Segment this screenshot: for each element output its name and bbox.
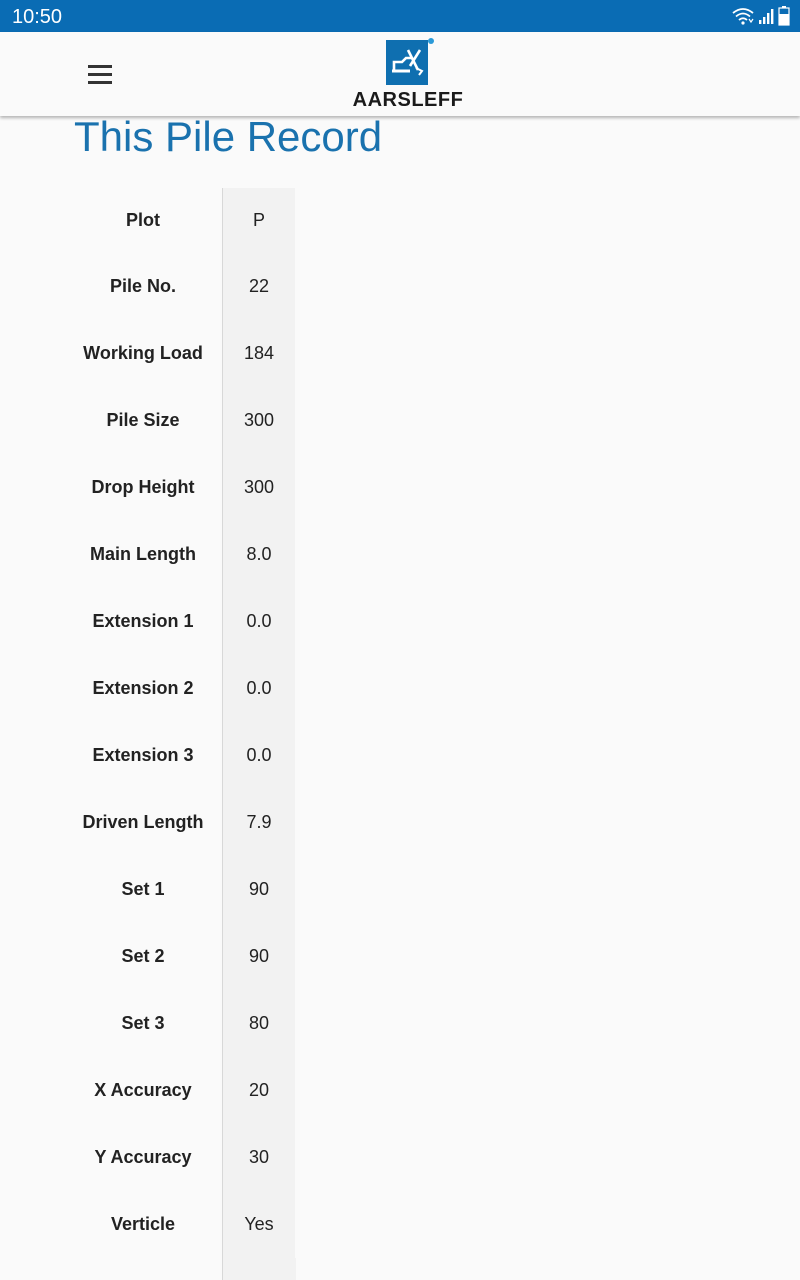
table-row: Set 1 90 [64, 856, 295, 923]
row-value: 22 [222, 253, 295, 320]
menu-button[interactable] [80, 56, 120, 92]
wifi-icon [732, 8, 754, 25]
row-label: Pile No. [64, 253, 223, 320]
status-icons [732, 6, 790, 26]
row-value: Yes [222, 1191, 295, 1258]
row-label: Verticle [64, 1191, 223, 1258]
table-row: X Accuracy 20 [64, 1057, 295, 1124]
row-label: Set 1 [64, 856, 223, 923]
table-row: Pile Size 300 [64, 387, 295, 454]
table-continuation [222, 1258, 296, 1280]
table-row: Set 3 80 [64, 990, 295, 1057]
row-value: 7.9 [222, 789, 295, 856]
row-label: Extension 1 [64, 588, 223, 655]
row-label: Extension 3 [64, 722, 223, 789]
row-value: 300 [222, 454, 295, 521]
table-row: Drop Height 300 [64, 454, 295, 521]
logo-mark-icon [386, 40, 428, 85]
row-value: 300 [222, 387, 295, 454]
status-bar: 10:50 [0, 0, 800, 32]
page-title: This Pile Record [74, 113, 383, 160]
table-row: Set 2 90 [64, 923, 295, 990]
table-row: Extension 3 0.0 [64, 722, 295, 789]
row-label: Set 3 [64, 990, 223, 1057]
aarsleff-logo: AARSLEFF [346, 38, 470, 112]
row-value: 0.0 [222, 722, 295, 789]
row-label: X Accuracy [64, 1057, 223, 1124]
row-value: 20 [222, 1057, 295, 1124]
signal-icon [759, 9, 774, 24]
table-row: Main Length 8.0 [64, 521, 295, 588]
logo-text: AARSLEFF [352, 89, 464, 111]
row-value: 0.0 [222, 588, 295, 655]
table-row: Driven Length 7.9 [64, 789, 295, 856]
row-value: 8.0 [222, 521, 295, 588]
row-value: 30 [222, 1124, 295, 1191]
row-value: 90 [222, 856, 295, 923]
row-label: Working Load [64, 320, 223, 387]
table-row: Plot P [64, 188, 295, 253]
table-row: Extension 2 0.0 [64, 655, 295, 722]
battery-icon [778, 6, 790, 26]
row-value: P [222, 188, 295, 253]
hamburger-menu-icon [88, 64, 112, 68]
app-bar: AARSLEFF [0, 32, 800, 116]
row-value: 90 [222, 923, 295, 990]
row-label: Driven Length [64, 789, 223, 856]
table-row: Pile No. 22 [64, 253, 295, 320]
row-label: Y Accuracy [64, 1124, 223, 1191]
row-value: 80 [222, 990, 295, 1057]
row-label: Plot [64, 188, 223, 253]
row-label: Pile Size [64, 387, 223, 454]
table-row: Y Accuracy 30 [64, 1124, 295, 1191]
row-label: Extension 2 [64, 655, 223, 722]
row-value: 0.0 [222, 655, 295, 722]
status-time: 10:50 [12, 6, 63, 28]
pile-record-table: Plot P Pile No. 22 Working Load 184 Pile… [64, 188, 295, 1258]
row-value: 184 [222, 320, 295, 387]
table-row: Working Load 184 [64, 320, 295, 387]
row-label: Set 2 [64, 923, 223, 990]
table-row: Verticle Yes [64, 1191, 295, 1258]
row-label: Main Length [64, 521, 223, 588]
table-row: Extension 1 0.0 [64, 588, 295, 655]
row-label: Drop Height [64, 454, 223, 521]
